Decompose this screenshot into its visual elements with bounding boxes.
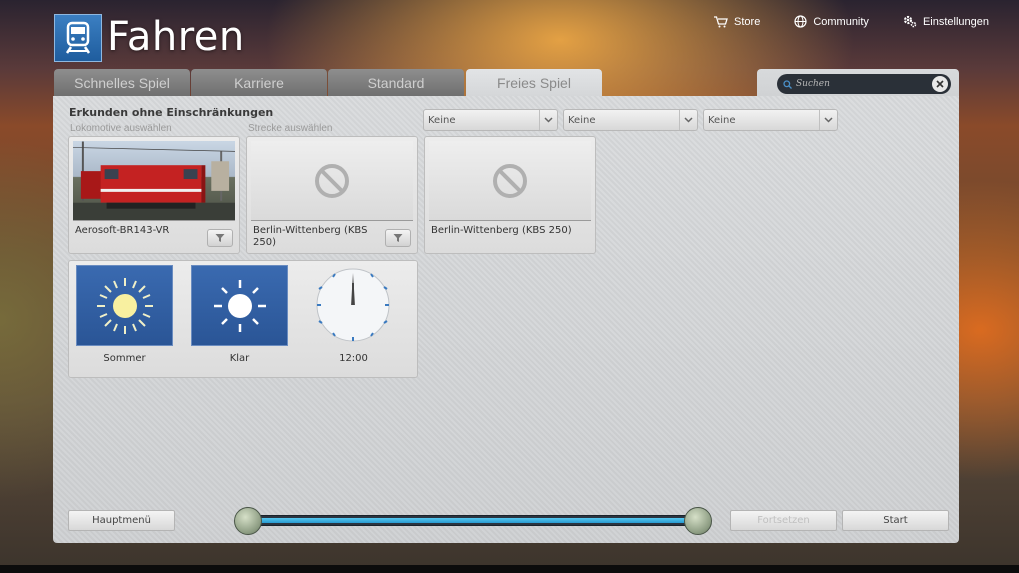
- gear-icon: [903, 15, 917, 28]
- cart-icon: [714, 15, 728, 27]
- sun-summer-icon: [97, 278, 153, 334]
- search-container: [757, 69, 959, 99]
- conditions-card: Sommer Klar 12:00: [68, 260, 418, 378]
- progress-start-knob[interactable]: [234, 507, 262, 535]
- train-image: [73, 141, 235, 220]
- sun-clear-icon: [214, 280, 266, 332]
- route-name: Berlin-Wittenberg (KBS 250): [253, 225, 368, 248]
- season-tile[interactable]: [76, 265, 173, 346]
- nav-settings-label: Einstellungen: [922, 15, 989, 28]
- main-panel: Erkunden ohne Einschränkungen Lokomotive…: [53, 96, 959, 543]
- nav-store-label: Store: [734, 15, 761, 28]
- time-label: 12:00: [339, 353, 368, 364]
- tab-freies-spiel[interactable]: Freies Spiel: [466, 69, 602, 97]
- close-icon: [936, 80, 944, 88]
- loco-name: Aerosoft-BR143-VR: [75, 225, 170, 236]
- globe-icon: [794, 15, 807, 28]
- clock-icon: [316, 268, 390, 342]
- nav-store[interactable]: Store: [714, 15, 760, 28]
- nav-community-label: Community: [813, 15, 869, 28]
- funnel-icon: [215, 234, 225, 242]
- screen-bottom-bar: [0, 565, 1019, 573]
- scenario-name: Berlin-Wittenberg (KBS 250): [431, 225, 572, 236]
- tab-karriere[interactable]: Karriere: [191, 69, 327, 97]
- start-button[interactable]: Start: [842, 510, 949, 531]
- chevron-down-icon: [539, 110, 557, 130]
- funnel-icon: [393, 234, 403, 242]
- weather-tile[interactable]: [191, 265, 288, 346]
- search-field: [777, 74, 951, 94]
- route-select-label: Strecke auswählen: [248, 123, 333, 134]
- time-clock[interactable]: [305, 265, 402, 346]
- no-image-icon: [493, 163, 527, 198]
- progress-end-knob[interactable]: [684, 507, 712, 535]
- route-card[interactable]: Berlin-Wittenberg (KBS 250): [246, 136, 418, 254]
- main-menu-button[interactable]: Hauptmenü: [68, 510, 175, 531]
- nav-community[interactable]: Community: [794, 15, 869, 28]
- nav-settings[interactable]: Einstellungen: [903, 15, 989, 28]
- filter-dropdown-2[interactable]: Keine: [563, 109, 698, 131]
- loco-select-label: Lokomotive auswählen: [70, 123, 172, 134]
- continue-button[interactable]: Fortsetzen: [730, 510, 837, 531]
- route-filter-button[interactable]: [385, 229, 411, 247]
- route-thumbnail: [251, 141, 413, 221]
- loco-card[interactable]: Aerosoft-BR143-VR: [68, 136, 240, 254]
- chevron-down-icon: [819, 110, 837, 130]
- dropdown-value: Keine: [708, 114, 736, 126]
- top-nav: Store Community Einstellungen: [714, 15, 989, 28]
- dropdown-value: Keine: [568, 114, 596, 126]
- tab-schnelles-spiel[interactable]: Schnelles Spiel: [54, 69, 190, 97]
- app-title: Fahren: [107, 14, 245, 60]
- scenario-thumbnail: [429, 141, 591, 221]
- loco-thumbnail: [73, 141, 235, 221]
- tab-standard[interactable]: Standard: [328, 69, 464, 97]
- progress-fill: [249, 518, 703, 523]
- scenario-card[interactable]: Berlin-Wittenberg (KBS 250): [424, 136, 596, 254]
- progress-track: [246, 515, 706, 526]
- filter-dropdown-3[interactable]: Keine: [703, 109, 838, 131]
- season-label: Sommer: [103, 353, 146, 364]
- search-icon: [783, 79, 792, 89]
- train-logo-icon: [54, 14, 102, 62]
- dropdown-value: Keine: [428, 114, 456, 126]
- filter-dropdown-1[interactable]: Keine: [423, 109, 558, 131]
- loco-filter-button[interactable]: [207, 229, 233, 247]
- no-image-icon: [315, 163, 349, 198]
- search-input[interactable]: [796, 79, 916, 89]
- clear-search-button[interactable]: [932, 76, 948, 92]
- section-title: Erkunden ohne Einschränkungen: [69, 106, 274, 119]
- weather-label: Klar: [229, 353, 250, 364]
- chevron-down-icon: [679, 110, 697, 130]
